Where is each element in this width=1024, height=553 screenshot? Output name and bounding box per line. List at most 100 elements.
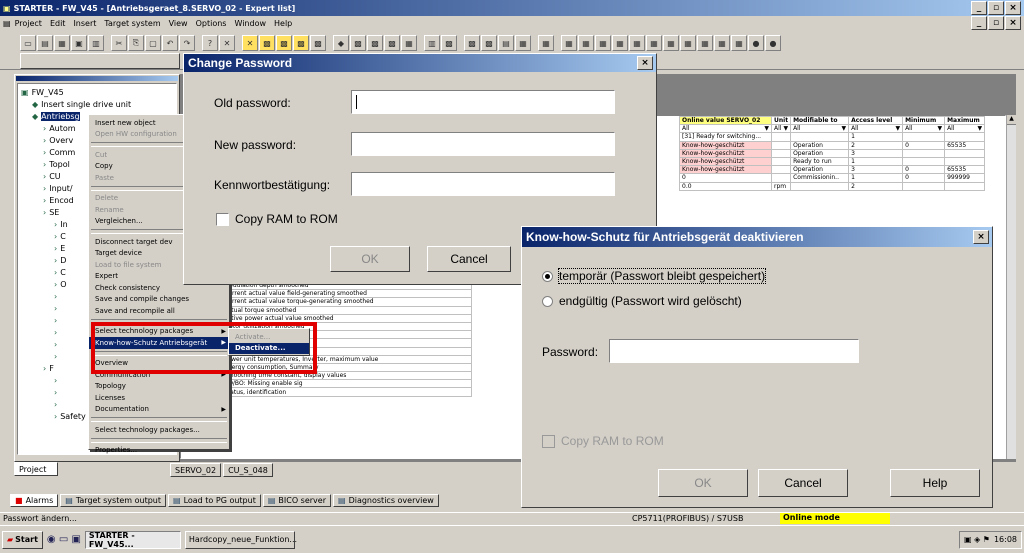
table-row[interactable]: Know-how-geschützt Ready to run 1 bbox=[679, 156, 986, 167]
tree-item[interactable]: ▣ FW_V45 bbox=[18, 86, 176, 98]
toolbar-button-icon[interactable]: ▣ bbox=[71, 35, 87, 51]
copy-ram-rom-checkbox[interactable] bbox=[216, 212, 229, 226]
project-tab[interactable]: Project bbox=[14, 462, 58, 476]
toolbar-button-icon[interactable]: ▦ bbox=[401, 35, 417, 51]
filter-dropdown[interactable]: All ▼ bbox=[848, 124, 904, 134]
toolbar-button-icon[interactable]: ▥ bbox=[424, 35, 440, 51]
menu-insert[interactable]: Insert bbox=[73, 19, 96, 28]
output-tab-bico-server[interactable]: ▤ BICO server bbox=[262, 493, 331, 507]
toolbar-button-icon[interactable]: ▦ bbox=[54, 35, 70, 51]
toolbar-button-icon[interactable]: ▩ bbox=[259, 35, 275, 51]
new-password-input[interactable] bbox=[351, 132, 615, 156]
menu-project[interactable]: Project bbox=[15, 19, 42, 28]
know-how-help-button[interactable]: Help bbox=[890, 469, 980, 497]
toolbar-button-icon[interactable]: ▦ bbox=[680, 35, 696, 51]
radio-permanent[interactable]: endgültig (Passwort wird gelöscht) bbox=[542, 294, 742, 308]
menu-help[interactable]: Help bbox=[274, 19, 292, 28]
toolbar-button-icon[interactable]: ▦ bbox=[612, 35, 628, 51]
radio-temporary[interactable]: temporär (Passwort bleibt gespeichert) bbox=[542, 268, 767, 284]
tab-cu-s-048[interactable]: CU_S_048 bbox=[223, 463, 273, 477]
column-header[interactable]: Online value SERVO_02 bbox=[679, 116, 772, 126]
toolbar-button-icon[interactable]: ● bbox=[748, 35, 764, 51]
output-tab-diagnostics-overview[interactable]: ▤ Diagnostics overview bbox=[333, 493, 439, 507]
toolbar-button-icon[interactable]: ▥ bbox=[88, 35, 104, 51]
task-hardcopy[interactable]: Hardcopy_neue_Funktion... bbox=[184, 530, 297, 549]
toolbar-button-icon[interactable]: ▦ bbox=[515, 35, 531, 51]
output-tab-load-to-pg-output[interactable]: ▤ Load to PG output bbox=[168, 493, 261, 507]
confirm-password-input[interactable] bbox=[351, 172, 615, 196]
filter-dropdown[interactable]: All ▼ bbox=[902, 124, 946, 134]
filter-dropdown[interactable]: All ▼ bbox=[679, 124, 772, 134]
change-password-ok-button[interactable]: OK bbox=[330, 246, 410, 272]
toolbar-button-icon[interactable]: ✂ bbox=[111, 35, 127, 51]
toolbar-button-icon[interactable]: ✕ bbox=[219, 35, 235, 51]
menu-edit[interactable]: Edit bbox=[50, 19, 66, 28]
toolbar-button-icon[interactable]: ● bbox=[765, 35, 781, 51]
table-row[interactable]: Know-how-geschützt Operation 2 0 65535 bbox=[679, 140, 986, 150]
menu-target-system[interactable]: Target system bbox=[104, 19, 160, 28]
toolbar-button-icon[interactable]: ▦ bbox=[663, 35, 679, 51]
tab-servo-02[interactable]: SERVO_02 bbox=[170, 463, 222, 477]
toolbar-button-icon[interactable]: ▩ bbox=[293, 35, 309, 51]
quicklaunch-icons[interactable]: ◉ ▭ ▣ bbox=[47, 534, 81, 545]
old-password-input[interactable] bbox=[351, 90, 615, 114]
context-menu-item[interactable]: Documentation ▶ bbox=[89, 404, 229, 416]
toolbar-button-icon[interactable]: ▦ bbox=[646, 35, 662, 51]
tray-icons[interactable]: ▣ ◈ ⚑ bbox=[964, 535, 990, 544]
filter-dropdown[interactable]: All ▼ bbox=[944, 124, 986, 134]
maximize-button[interactable]: ▫ bbox=[988, 1, 1004, 15]
toolbar-button-icon[interactable]: ▦ bbox=[578, 35, 594, 51]
menu-window[interactable]: Window bbox=[234, 19, 266, 28]
know-how-password-input[interactable] bbox=[609, 339, 859, 363]
table-row[interactable]: Know-how-geschützt Operation 3 bbox=[679, 148, 986, 158]
toolbar-button-icon[interactable]: ↶ bbox=[162, 35, 178, 51]
know-how-copy-checkbox[interactable] bbox=[542, 434, 555, 448]
context-menu-item[interactable]: Licenses bbox=[89, 392, 229, 404]
toolbar-button-icon[interactable]: ▤ bbox=[37, 35, 53, 51]
toolbar-button-icon[interactable]: ▦ bbox=[629, 35, 645, 51]
toolbar-button-icon[interactable]: ▦ bbox=[714, 35, 730, 51]
column-header[interactable]: Access level bbox=[848, 116, 904, 126]
know-how-close[interactable]: × bbox=[973, 230, 989, 244]
toolbar-button-icon[interactable]: ✕ bbox=[242, 35, 258, 51]
column-header[interactable]: Minimum bbox=[902, 116, 946, 126]
toolbar-button-icon[interactable]: ▩ bbox=[481, 35, 497, 51]
toolbar-button-icon[interactable]: ⎘ bbox=[128, 35, 144, 51]
task-starter[interactable]: STARTER - FW_V45... bbox=[84, 530, 181, 549]
expert-scrollbar[interactable]: ▲ bbox=[1006, 115, 1016, 459]
column-header[interactable]: Unit bbox=[770, 116, 792, 126]
context-menu-item[interactable]: Save and compile changes bbox=[89, 294, 229, 306]
table-row[interactable]: Know-how-geschützt Operation 3 0 65535 bbox=[679, 165, 986, 175]
toolbar-button-icon[interactable]: ▩ bbox=[384, 35, 400, 51]
filter-dropdown[interactable]: All ▼ bbox=[790, 124, 850, 134]
column-header[interactable]: Modifiable to bbox=[790, 116, 850, 126]
toolbar-button-icon[interactable]: ▩ bbox=[276, 35, 292, 51]
tree-item[interactable]: ◆ Insert single drive unit bbox=[18, 98, 176, 110]
toolbar-button-icon[interactable]: ▦ bbox=[731, 35, 747, 51]
child-minimize-button[interactable]: _ bbox=[971, 16, 987, 30]
close-button[interactable]: × bbox=[1005, 1, 1021, 15]
context-menu-item[interactable]: Topology bbox=[89, 381, 229, 393]
output-tab-alarms[interactable]: ■ Alarms bbox=[10, 493, 59, 507]
child-close-button[interactable]: × bbox=[1005, 16, 1021, 30]
toolbar-button-icon[interactable]: ? bbox=[202, 35, 218, 51]
toolbar-button-icon[interactable]: ▦ bbox=[538, 35, 554, 51]
menu-options[interactable]: Options bbox=[196, 19, 227, 28]
toolbar-button-icon[interactable]: ↷ bbox=[179, 35, 195, 51]
toolbar-button-icon[interactable]: ▤ bbox=[498, 35, 514, 51]
filter-dropdown[interactable]: All ▼ bbox=[770, 124, 792, 134]
context-menu-item[interactable]: Save and recompile all bbox=[89, 305, 229, 317]
toolbar-button-icon[interactable]: ▩ bbox=[464, 35, 480, 51]
know-how-cancel-button[interactable]: Cancel bbox=[758, 469, 848, 497]
toolbar-button-icon[interactable]: ▩ bbox=[350, 35, 366, 51]
context-menu-item[interactable]: Select technology packages... bbox=[89, 424, 229, 436]
toolbar-button-icon[interactable]: ▩ bbox=[367, 35, 383, 51]
start-button[interactable]: ▰ Start bbox=[2, 530, 43, 549]
menu-view[interactable]: View bbox=[169, 19, 188, 28]
toolbar-button-icon[interactable]: ▩ bbox=[310, 35, 326, 51]
change-password-cancel-button[interactable]: Cancel bbox=[427, 246, 511, 272]
output-tab-target-system-output[interactable]: ▤ Target system output bbox=[60, 493, 166, 507]
toolbar-button-icon[interactable]: ▦ bbox=[595, 35, 611, 51]
change-password-close[interactable]: × bbox=[637, 56, 653, 70]
toolbar-button-icon[interactable]: ▦ bbox=[561, 35, 577, 51]
